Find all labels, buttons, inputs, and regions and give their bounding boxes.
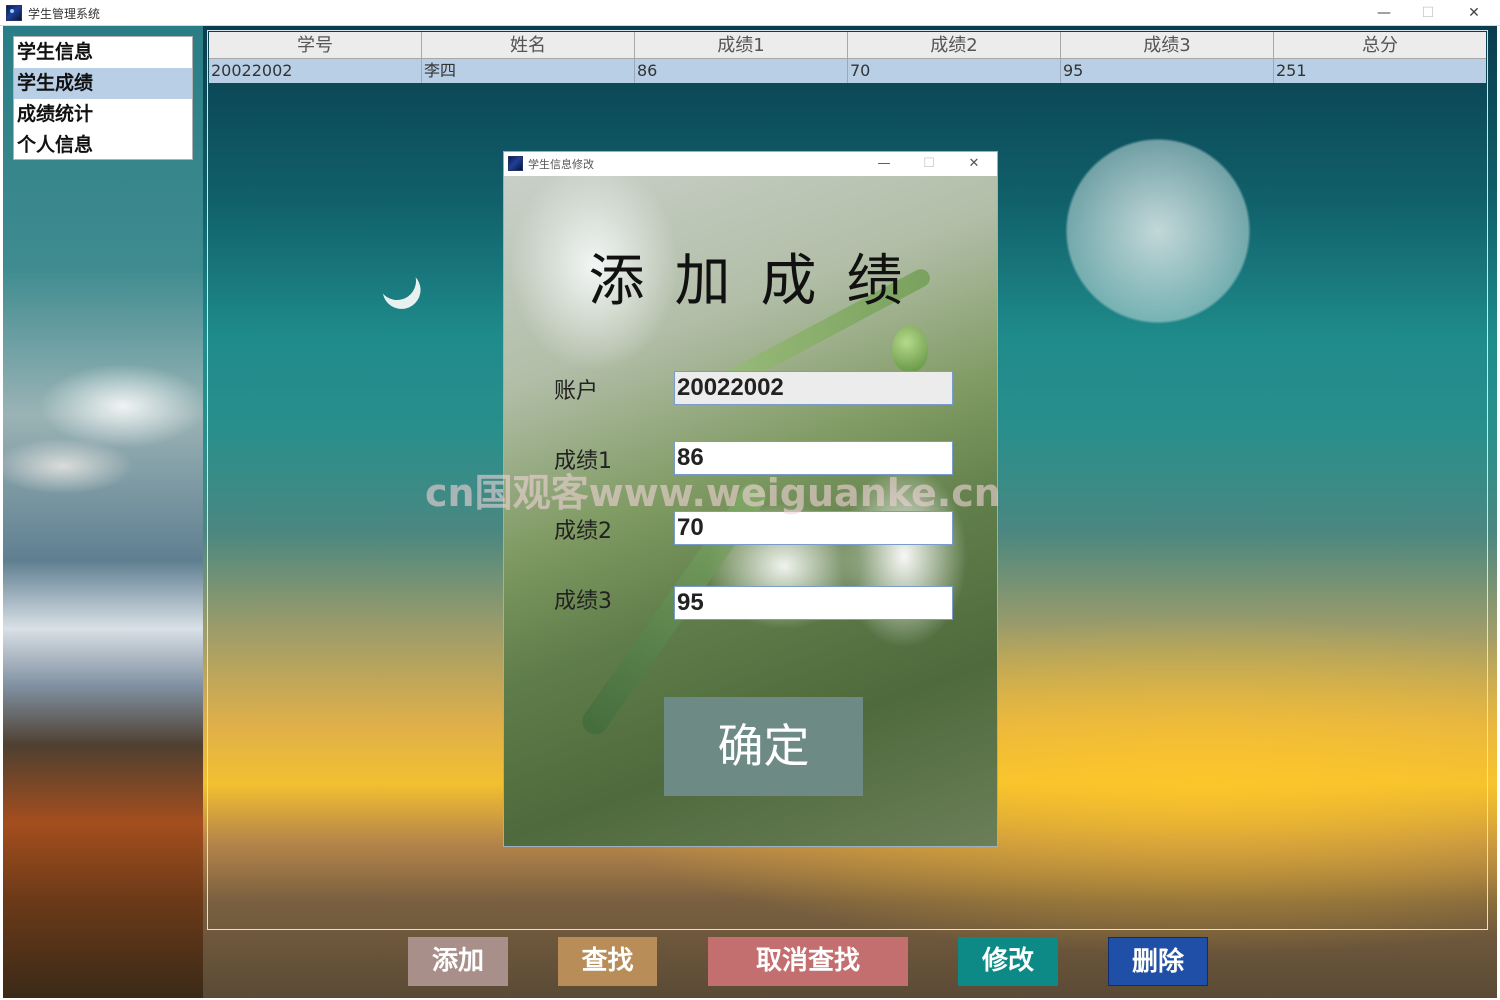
sidebar-item-student-scores[interactable]: 学生成绩 xyxy=(14,68,192,99)
cancel-find-button[interactable]: 取消查找 xyxy=(708,937,908,986)
maximize-icon[interactable]: ☐ xyxy=(1406,2,1450,24)
find-button[interactable]: 查找 xyxy=(558,937,657,986)
app-icon xyxy=(508,156,523,171)
column-header-score1[interactable]: 成绩1 xyxy=(635,32,848,59)
column-header-name[interactable]: 姓名 xyxy=(422,32,635,59)
close-icon[interactable]: ✕ xyxy=(1452,2,1496,24)
window-titlebar: 学生管理系统 — ☐ ✕ xyxy=(0,0,1500,26)
score2-label: 成绩2 xyxy=(554,519,612,544)
window-title: 学生管理系统 xyxy=(28,7,101,21)
dialog-close-icon[interactable]: ✕ xyxy=(952,153,996,175)
cell-score2[interactable]: 70 xyxy=(848,59,1061,83)
column-header-total[interactable]: 总分 xyxy=(1274,32,1486,59)
cell-name[interactable]: 李四 xyxy=(422,59,635,83)
app-icon xyxy=(6,5,22,21)
score3-label: 成绩3 xyxy=(554,589,612,614)
cell-score1[interactable]: 86 xyxy=(635,59,848,83)
cell-total[interactable]: 251 xyxy=(1274,59,1486,83)
score3-field[interactable]: 95 xyxy=(674,586,953,620)
confirm-button[interactable]: 确定 xyxy=(664,697,863,796)
table-header: 学号 姓名 成绩1 成绩2 成绩3 总分 xyxy=(209,32,1486,59)
column-header-student-id[interactable]: 学号 xyxy=(209,32,422,59)
table-row[interactable]: 20022002 李四 86 70 95 251 xyxy=(209,59,1486,83)
edit-button[interactable]: 修改 xyxy=(958,937,1058,986)
sidebar-item-personal-info[interactable]: 个人信息 xyxy=(14,130,192,161)
column-header-score2[interactable]: 成绩2 xyxy=(848,32,1061,59)
watermark: cn国观客www.weiguanke.cn xyxy=(425,471,1001,515)
flower-bud-decoration xyxy=(892,326,928,372)
dialog-title: 学生信息修改 xyxy=(528,158,594,171)
dialog-heading: 添加成绩 xyxy=(588,249,933,314)
dialog-titlebar: 学生信息修改 — ☐ ✕ xyxy=(504,152,997,176)
cell-score3[interactable]: 95 xyxy=(1061,59,1274,83)
add-button[interactable]: 添加 xyxy=(408,937,508,986)
column-header-score3[interactable]: 成绩3 xyxy=(1061,32,1274,59)
account-field[interactable]: 20022002 xyxy=(674,371,953,405)
dialog-minimize-icon[interactable]: — xyxy=(862,153,906,175)
sidebar-item-student-info[interactable]: 学生信息 xyxy=(14,37,192,68)
scores-table: 学号 姓名 成绩1 成绩2 成绩3 总分 20022002 李四 86 70 9… xyxy=(209,32,1486,83)
cell-student-id[interactable]: 20022002 xyxy=(209,59,422,83)
sidebar-background-image xyxy=(3,26,203,998)
sidebar-item-score-statistics[interactable]: 成绩统计 xyxy=(14,99,192,130)
dialog-maximize-icon[interactable]: ☐ xyxy=(907,153,951,175)
delete-button[interactable]: 删除 xyxy=(1108,937,1208,986)
sidebar-menu: 学生信息 学生成绩 成绩统计 个人信息 xyxy=(13,36,193,160)
account-label: 账户 xyxy=(554,379,599,404)
minimize-icon[interactable]: — xyxy=(1362,2,1406,24)
